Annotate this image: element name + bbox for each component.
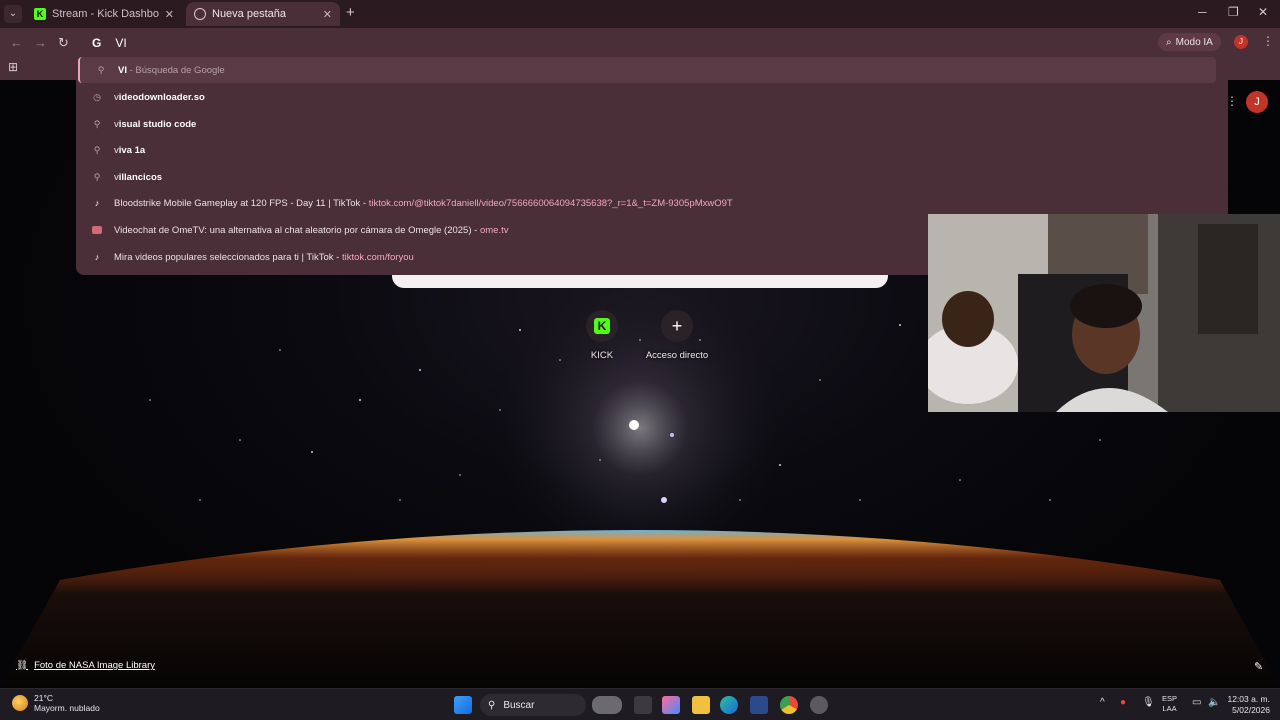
tab-search-button[interactable]: ⌄: [4, 5, 22, 23]
tab-kick-dashboard[interactable]: K Stream - Kick Dashboard ✕: [26, 2, 182, 26]
close-window-icon[interactable]: ✕: [1258, 5, 1268, 19]
clock-date: 5/02/2026: [1232, 705, 1270, 715]
kick-icon: K: [34, 8, 46, 20]
windows-start-icon[interactable]: [454, 696, 472, 714]
minimize-icon[interactable]: ─: [1198, 5, 1207, 19]
tiktok-icon: ♪: [94, 252, 100, 262]
file-explorer-icon[interactable]: [692, 696, 710, 714]
windows-taskbar: 21°C Mayorm. nublado ⚲ Buscar ^ ● 🎙 ESP …: [0, 688, 1280, 720]
network-icon[interactable]: ▭: [1192, 697, 1201, 708]
google-icon: G: [92, 36, 102, 50]
volume-icon[interactable]: 🔈: [1208, 697, 1220, 708]
background-credit-link[interactable]: ⛓ Foto de NASA Image Library: [16, 660, 155, 671]
widgets-icon[interactable]: [592, 696, 622, 714]
taskbar-search-label: Buscar: [503, 699, 535, 711]
weather-desc: Mayorm. nublado: [34, 703, 100, 713]
weather-widget[interactable]: 21°C Mayorm. nublado: [12, 693, 100, 713]
webcam-overlay: [928, 214, 1280, 412]
close-icon[interactable]: ✕: [323, 8, 332, 21]
chrome-icon[interactable]: [780, 696, 798, 714]
close-icon[interactable]: ✕: [165, 8, 174, 21]
tab-strip: ⌄ K Stream - Kick Dashboard ✕ Nueva pest…: [0, 0, 1280, 28]
system-clock[interactable]: 12:03 a. m. 5/02/2026: [1226, 694, 1270, 716]
globe-icon: [194, 8, 206, 20]
weather-icon: [12, 695, 28, 711]
suggestion-item[interactable]: ⚲ visual studio code: [76, 111, 1228, 137]
credit-text: Foto de NASA Image Library: [34, 660, 155, 671]
avatar-large[interactable]: J: [1246, 91, 1268, 113]
language-indicator[interactable]: ESP LAA: [1162, 694, 1177, 714]
shortcut-label: KICK: [590, 350, 614, 361]
search-icon: ⚲: [488, 699, 496, 711]
apps-grid-icon[interactable]: ⊞: [8, 60, 18, 74]
copilot-icon[interactable]: [662, 696, 680, 714]
search-icon: ⚲: [93, 172, 101, 182]
restore-icon[interactable]: ❐: [1228, 5, 1239, 19]
suggestion-item[interactable]: ◷ videodownloader.so: [76, 84, 1228, 110]
search-icon: ⚲: [97, 65, 105, 75]
link-icon: ⛓: [16, 660, 29, 671]
kick-icon: K: [594, 318, 610, 334]
modo-ia-label: Modo IA: [1175, 36, 1213, 48]
search-icon: ⚲: [93, 145, 101, 155]
chevron-up-icon[interactable]: ^: [1100, 697, 1105, 708]
shortcut-kick[interactable]: K KICK: [562, 310, 642, 361]
suggestion-item[interactable]: ⚲ viva 1a: [76, 137, 1228, 163]
omnibox-input[interactable]: VI: [115, 36, 126, 50]
suggestion-item[interactable]: ♪ Bloodstrike Mobile Gameplay at 120 FPS…: [76, 190, 1228, 216]
ometv-icon: [92, 226, 102, 234]
suggestion-item[interactable]: ⚲ villancicos: [76, 164, 1228, 190]
tab-title: Nueva pestaña: [212, 8, 286, 20]
avatar[interactable]: J: [1234, 35, 1248, 49]
back-button[interactable]: ←: [10, 35, 23, 50]
plus-icon: +: [671, 315, 683, 336]
modo-ia-button[interactable]: ⌕ Modo IA: [1158, 33, 1221, 51]
microphone-icon[interactable]: 🎙: [1142, 697, 1155, 708]
task-view-icon[interactable]: [634, 696, 652, 714]
customize-pencil-icon[interactable]: ✎: [1254, 660, 1263, 673]
ntp-menu-icon[interactable]: ⋮: [1226, 94, 1238, 108]
store-icon[interactable]: [750, 696, 768, 714]
new-tab-button[interactable]: +: [346, 4, 355, 21]
forward-button[interactable]: →: [34, 35, 47, 50]
tab-new-tab[interactable]: Nueva pestaña ✕: [186, 2, 340, 26]
edge-icon[interactable]: [720, 696, 738, 714]
reload-button[interactable]: ↻: [58, 35, 69, 51]
clock-time: 12:03 a. m.: [1227, 694, 1270, 704]
suggestion-item[interactable]: ⚲ VI - Búsqueda de Google: [78, 57, 1216, 83]
app-icon[interactable]: [810, 696, 828, 714]
taskbar-search[interactable]: ⚲ Buscar: [480, 694, 586, 716]
shortcut-add[interactable]: + Acceso directo: [637, 310, 717, 361]
omnibox[interactable]: G VI: [92, 36, 127, 50]
shortcut-label: Acceso directo: [645, 350, 709, 361]
tray-app-icon[interactable]: ●: [1120, 697, 1126, 708]
menu-icon[interactable]: ⋮: [1262, 34, 1274, 48]
search-icon: ⚲: [93, 119, 101, 129]
tab-title: Stream - Kick Dashboard: [52, 8, 159, 20]
sparkle-search-icon: ⌕: [1166, 36, 1172, 48]
history-icon: ◷: [93, 92, 101, 102]
tiktok-icon: ♪: [94, 198, 100, 208]
weather-temp: 21°C: [34, 693, 53, 703]
